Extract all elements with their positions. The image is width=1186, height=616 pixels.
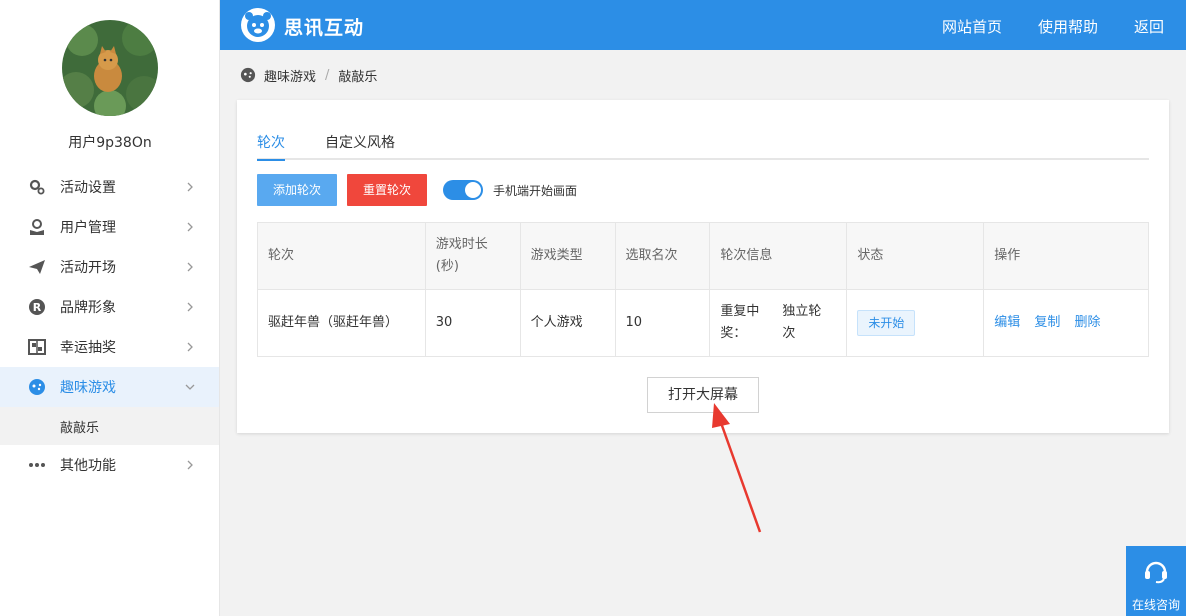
registered-icon: R bbox=[29, 299, 45, 315]
brand-name[interactable]: 思讯互动 bbox=[284, 13, 364, 40]
chevron-right-icon bbox=[187, 222, 193, 232]
cell-duration: 30 bbox=[424, 289, 521, 357]
lottery-icon bbox=[28, 339, 46, 355]
table-header-row: 轮次 游戏时长(秒) 游戏类型 选取名次 轮次信息 状态 操作 bbox=[257, 222, 1149, 290]
sidebar-subitem-label: 敲敲乐 bbox=[60, 421, 100, 436]
sidebar-subitem-knock[interactable]: 敲敲乐 bbox=[0, 407, 219, 445]
gear-icon bbox=[29, 179, 45, 195]
cell-round: 驱赶年兽（驱赶年兽） bbox=[257, 289, 426, 357]
sidebar-item-label: 幸运抽奖 bbox=[60, 340, 116, 356]
nav-home-link[interactable]: 网站首页 bbox=[942, 16, 1002, 37]
sidebar-item-opening[interactable]: 活动开场 bbox=[0, 247, 219, 287]
tab-custom-style[interactable]: 自定义风格 bbox=[325, 132, 395, 159]
headset-icon bbox=[1145, 561, 1167, 584]
breadcrumb: 趣味游戏 / 敲敲乐 bbox=[240, 66, 378, 85]
delete-link[interactable]: 删除 bbox=[1075, 315, 1101, 330]
gamepad-icon bbox=[29, 379, 45, 395]
breadcrumb-parent[interactable]: 趣味游戏 bbox=[264, 66, 316, 85]
toggle-knob bbox=[465, 182, 481, 198]
sidebar-item-label: 其他功能 bbox=[60, 458, 116, 474]
column-header: 状态 bbox=[846, 222, 985, 290]
consult-label: 在线咨询 bbox=[1131, 598, 1180, 612]
tab-rounds[interactable]: 轮次 bbox=[257, 132, 285, 161]
logo-icon[interactable] bbox=[240, 7, 276, 43]
svg-text:R: R bbox=[33, 301, 42, 314]
cell-status: 未开始 bbox=[846, 289, 985, 357]
nav-back-link[interactable]: 返回 bbox=[1134, 16, 1164, 37]
chevron-right-icon bbox=[187, 342, 193, 352]
breadcrumb-current: 敲敲乐 bbox=[338, 69, 378, 85]
column-header: 游戏类型 bbox=[519, 222, 616, 290]
chevron-right-icon bbox=[187, 460, 193, 470]
cell-actions: 编辑 复制 删除 bbox=[983, 289, 1149, 357]
sidebar-item-label: 品牌形象 bbox=[60, 300, 116, 316]
chevron-right-icon bbox=[187, 262, 193, 272]
column-header: 轮次 bbox=[257, 222, 426, 290]
sidebar-menu: 活动设置 用户管理 活动开场 R 品牌形象 幸运抽奖 趣味游戏 敲敲乐 其他功能 bbox=[0, 167, 219, 485]
rounds-table: 轮次 游戏时长(秒) 游戏类型 选取名次 轮次信息 状态 操作 驱赶年兽（驱赶年… bbox=[257, 222, 1149, 357]
sidebar-item-lottery[interactable]: 幸运抽奖 bbox=[0, 327, 219, 367]
edit-link[interactable]: 编辑 bbox=[994, 315, 1020, 330]
info-repeat-win: 重复中奖： bbox=[720, 304, 760, 341]
copy-link[interactable]: 复制 bbox=[1034, 315, 1060, 330]
sidebar-item-other[interactable]: 其他功能 bbox=[0, 445, 219, 485]
column-header: 选取名次 bbox=[614, 222, 711, 290]
toggle-label: 手机端开始画面 bbox=[493, 184, 578, 198]
column-header: 操作 bbox=[983, 222, 1149, 290]
open-big-screen-button[interactable]: 打开大屏幕 bbox=[647, 377, 759, 413]
cell-rank: 10 bbox=[614, 289, 711, 357]
reset-round-button[interactable]: 重置轮次 bbox=[347, 174, 427, 206]
table-row: 驱赶年兽（驱赶年兽） 30 个人游戏 10 重复中奖： 独立轮次 未开始 编辑 … bbox=[257, 289, 1149, 357]
chevron-right-icon bbox=[187, 302, 193, 312]
info-independent-round: 独立轮次 bbox=[782, 304, 822, 341]
sidebar-item-activity-settings[interactable]: 活动设置 bbox=[0, 167, 219, 207]
sidebar-item-label: 趣味游戏 bbox=[60, 380, 116, 396]
sidebar-item-user-management[interactable]: 用户管理 bbox=[0, 207, 219, 247]
paper-plane-icon bbox=[29, 260, 45, 274]
cell-info: 重复中奖： 独立轮次 bbox=[709, 289, 848, 357]
mobile-start-screen-toggle[interactable] bbox=[443, 180, 483, 200]
user-icon bbox=[30, 219, 44, 235]
sidebar-item-brand[interactable]: R 品牌形象 bbox=[0, 287, 219, 327]
column-header: 游戏时长(秒) bbox=[424, 222, 521, 290]
tab-bar: 轮次 自定义风格 bbox=[257, 130, 1149, 161]
more-dots-icon bbox=[29, 463, 45, 467]
rounds-card: 轮次 自定义风格 添加轮次 重置轮次 手机端开始画面 轮次 游戏时长(秒) 游戏… bbox=[237, 100, 1169, 433]
avatar[interactable] bbox=[62, 20, 158, 116]
chevron-right-icon bbox=[187, 182, 193, 192]
cell-type: 个人游戏 bbox=[519, 289, 616, 357]
sidebar-item-fun-games[interactable]: 趣味游戏 bbox=[0, 367, 219, 407]
top-header: 思讯互动 网站首页 使用帮助 返回 bbox=[220, 0, 1186, 50]
breadcrumb-separator: / bbox=[325, 67, 330, 83]
nav-help-link[interactable]: 使用帮助 bbox=[1038, 16, 1098, 37]
sidebar-item-label: 活动设置 bbox=[60, 180, 116, 196]
gamepad-icon bbox=[240, 67, 256, 83]
column-header: 轮次信息 bbox=[709, 222, 848, 290]
sidebar: 用户9p38On 活动设置 用户管理 活动开场 R 品牌形象 幸运抽奖 趣味游戏… bbox=[0, 0, 220, 616]
sidebar-item-label: 用户管理 bbox=[60, 220, 116, 236]
add-round-button[interactable]: 添加轮次 bbox=[257, 174, 337, 206]
sidebar-item-label: 活动开场 bbox=[60, 260, 116, 276]
username: 用户9p38On bbox=[68, 135, 152, 151]
status-badge: 未开始 bbox=[857, 310, 916, 336]
chevron-down-icon bbox=[185, 384, 195, 390]
online-consult-button[interactable]: 在线咨询 bbox=[1126, 546, 1186, 616]
